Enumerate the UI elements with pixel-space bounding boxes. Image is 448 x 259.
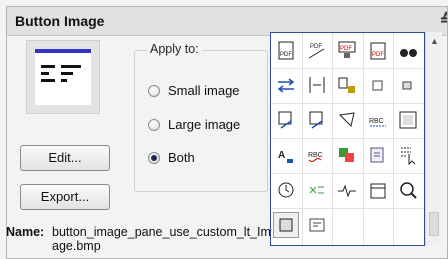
select-cursor-icon[interactable]	[395, 142, 421, 168]
svg-text:A: A	[278, 150, 285, 161]
clock-icon[interactable]	[273, 177, 299, 203]
note-lines-icon[interactable]	[304, 212, 330, 238]
apply-to-legend: Apply to:	[147, 42, 202, 56]
pdf-stamp-icon[interactable]: PDF	[334, 37, 360, 63]
icon-grid[interactable]: PDF PDF PDF PDF RBC A RBC	[270, 32, 425, 246]
svg-text:PDF: PDF	[340, 46, 352, 52]
radio-label: Both	[168, 150, 195, 165]
abc-text-icon[interactable]: RBC	[365, 107, 391, 133]
name-label: Name:	[6, 225, 45, 239]
scroll-thumb[interactable]	[429, 212, 439, 236]
signal-line-icon[interactable]	[334, 177, 360, 203]
font-color-icon[interactable]: A	[273, 142, 299, 168]
name-field: Name: button_image_pane_use_custom_lt_Im…	[6, 225, 276, 253]
radio-label: Small image	[168, 83, 240, 98]
frame-icon[interactable]	[395, 107, 421, 133]
text-lock-icon[interactable]	[334, 72, 360, 98]
abc-spell-icon[interactable]: RBC	[304, 142, 330, 168]
scroll-up-icon[interactable]: ▲	[430, 36, 439, 46]
svg-text:PDF: PDF	[310, 44, 322, 50]
svg-text:RBC: RBC	[308, 152, 323, 159]
link-shuffle-icon[interactable]	[304, 177, 330, 203]
image-preview	[26, 40, 100, 114]
pdf-page-icon[interactable]: PDF	[273, 37, 299, 63]
select-shape-icon[interactable]	[334, 107, 360, 133]
frame-selected-icon[interactable]	[273, 212, 299, 238]
empty-icon[interactable]	[395, 212, 421, 238]
align-arrows-icon[interactable]	[304, 72, 330, 98]
list-arrow-icon[interactable]	[365, 142, 391, 168]
calendar-icon[interactable]	[365, 177, 391, 203]
svg-text:RBC: RBC	[369, 118, 384, 125]
icon-grid-scrollbar[interactable]: ▲	[425, 32, 442, 246]
edit-button[interactable]: Edit...	[20, 145, 110, 171]
color-square-icon[interactable]	[334, 142, 360, 168]
radio-button-icon[interactable]	[148, 119, 160, 131]
empty-icon[interactable]	[334, 212, 360, 238]
svg-text:PDF: PDF	[280, 52, 292, 58]
collapse-icon[interactable]: ≙	[440, 10, 447, 30]
radio-button-icon[interactable]	[148, 152, 160, 164]
swap-arrows-icon[interactable]	[273, 72, 299, 98]
edit-check-arrow-icon[interactable]	[304, 107, 330, 133]
empty-icon[interactable]	[365, 212, 391, 238]
pdf-export-icon[interactable]: PDF	[365, 37, 391, 63]
copy-small-icon[interactable]	[365, 72, 391, 98]
panel-title: Button Image	[15, 13, 105, 29]
stamp-small-icon[interactable]	[395, 72, 421, 98]
radio-button-icon[interactable]	[148, 85, 160, 97]
radio-label: Large image	[168, 117, 241, 132]
edit-check-icon[interactable]	[273, 107, 299, 133]
magnifier-icon[interactable]	[395, 177, 421, 203]
name-value: button_image_pane_use_custom_lt_Image.bm…	[52, 225, 271, 253]
binoculars-icon[interactable]	[395, 37, 421, 63]
svg-text:PDF: PDF	[372, 52, 384, 58]
export-button[interactable]: Export...	[20, 184, 110, 210]
pdf-sign-icon[interactable]: PDF	[304, 37, 330, 63]
